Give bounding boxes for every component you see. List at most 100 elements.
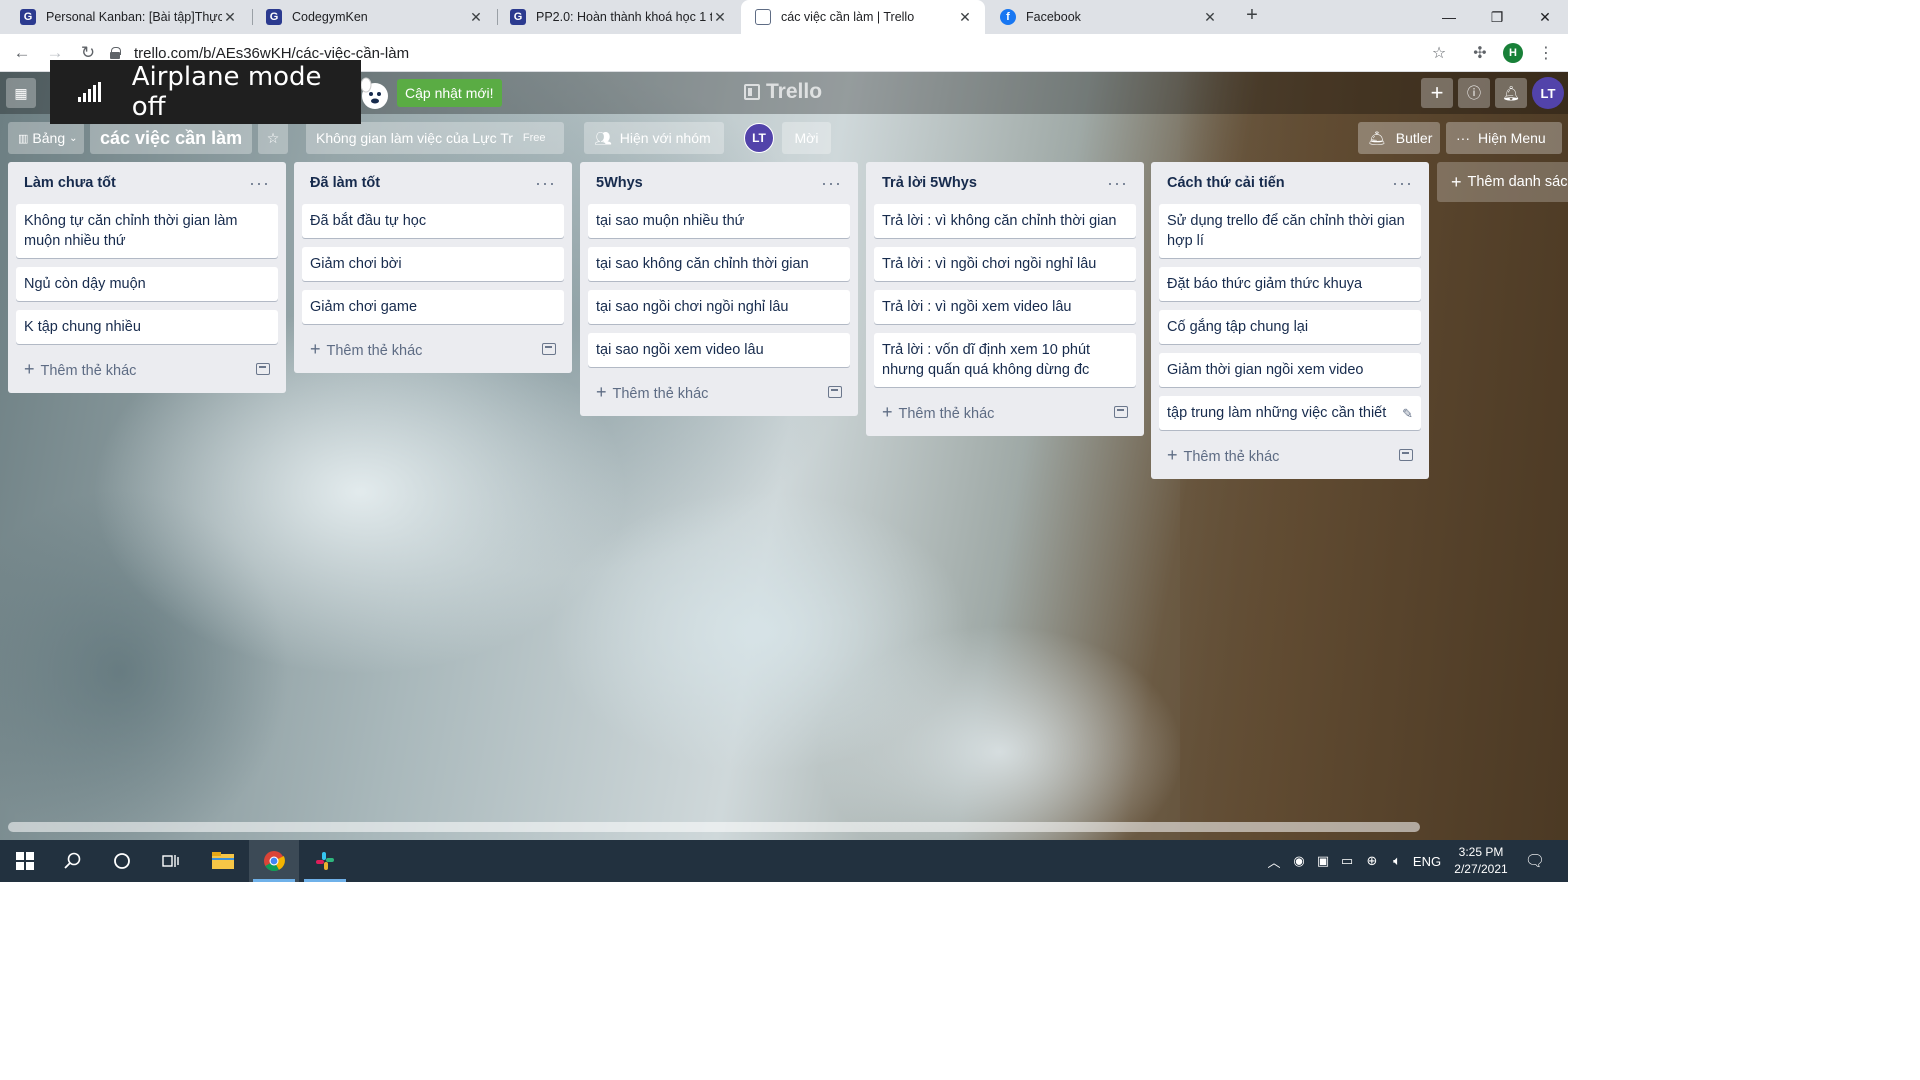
- profile-avatar[interactable]: H: [1503, 43, 1523, 63]
- card[interactable]: tại sao không căn chỉnh thời gian: [588, 247, 850, 281]
- chrome-taskbar-icon[interactable]: [249, 840, 299, 882]
- invite-button[interactable]: Mời: [782, 122, 831, 154]
- cortana-icon[interactable]: [97, 840, 147, 882]
- list-title[interactable]: Làm chưa tốt: [24, 175, 116, 191]
- volume-icon[interactable]: 🔈︎: [1386, 840, 1408, 882]
- browser-tab[interactable]: G CodegymKen ✕: [252, 0, 496, 34]
- task-view-icon[interactable]: [146, 840, 196, 882]
- list-menu-icon[interactable]: ···: [1107, 174, 1128, 192]
- close-icon[interactable]: ✕: [468, 9, 484, 26]
- restore-button[interactable]: ❐: [1474, 0, 1520, 34]
- close-icon[interactable]: ✕: [1202, 9, 1218, 26]
- list-menu-icon[interactable]: ···: [1392, 174, 1413, 192]
- add-list-button[interactable]: + Thêm danh sác: [1437, 162, 1568, 202]
- meet-now-icon[interactable]: ▣: [1312, 840, 1334, 882]
- list-header[interactable]: Đã làm tốt ···: [302, 162, 564, 204]
- list-header[interactable]: 5Whys ···: [588, 162, 850, 204]
- add-card-button[interactable]: + Thêm thẻ khác: [16, 353, 278, 385]
- list-title[interactable]: Đã làm tốt: [310, 175, 380, 191]
- add-card-button[interactable]: + Thêm thẻ khác: [1159, 439, 1421, 471]
- close-icon[interactable]: ✕: [222, 9, 238, 26]
- location-icon[interactable]: ◉: [1288, 840, 1310, 882]
- card[interactable]: Trả lời : vì không căn chỉnh thời gian: [874, 204, 1136, 238]
- card[interactable]: K tập chung nhiều: [16, 310, 278, 344]
- search-icon[interactable]: [48, 840, 98, 882]
- visibility-button[interactable]: 👥︎ Hiện với nhóm: [584, 122, 724, 154]
- slack-taskbar-icon[interactable]: [300, 840, 350, 882]
- trello-icon: [755, 9, 771, 25]
- language-indicator[interactable]: ENG: [1412, 840, 1442, 882]
- card[interactable]: tại sao muộn nhiều thứ: [588, 204, 850, 238]
- workspace-button[interactable]: Không gian làm việc của Lực Tr Free: [306, 122, 564, 154]
- edit-pencil-icon[interactable]: ✎: [1402, 404, 1413, 424]
- add-card-button[interactable]: + Thêm thẻ khác: [302, 333, 564, 365]
- new-tab-button[interactable]: +: [1240, 4, 1264, 30]
- apps-grid-icon[interactable]: ▦: [6, 78, 36, 108]
- add-card-button[interactable]: + Thêm thẻ khác: [588, 376, 850, 408]
- notifications-bell-icon[interactable]: 🔔︎: [1495, 78, 1527, 108]
- trello-logo[interactable]: Trello: [744, 80, 822, 104]
- whats-new-button[interactable]: Cập nhật mới!: [397, 79, 502, 107]
- card-template-icon[interactable]: [542, 343, 556, 355]
- battery-icon[interactable]: ▭: [1336, 840, 1358, 882]
- extensions-puzzle-icon[interactable]: ✣: [1470, 43, 1490, 63]
- horizontal-scrollbar[interactable]: [8, 822, 1420, 832]
- card[interactable]: tại sao ngồi chơi ngồi nghỉ lâu: [588, 290, 850, 324]
- user-avatar[interactable]: LT: [1532, 77, 1564, 109]
- card-template-icon[interactable]: [1114, 406, 1128, 418]
- card-template-icon[interactable]: [828, 386, 842, 398]
- browser-tab[interactable]: f Facebook ✕: [986, 0, 1230, 34]
- windows-start-icon[interactable]: [0, 840, 50, 882]
- network-globe-icon[interactable]: ⊕: [1360, 840, 1384, 882]
- bookmark-star-icon[interactable]: ☆: [1429, 43, 1449, 63]
- card[interactable]: Giảm chơi bời: [302, 247, 564, 281]
- card[interactable]: Giảm chơi game: [302, 290, 564, 324]
- add-card-button[interactable]: + Thêm thẻ khác: [874, 396, 1136, 428]
- show-menu-button[interactable]: ··· Hiện Menu: [1446, 122, 1562, 154]
- chevron-up-icon[interactable]: ︿: [1264, 840, 1284, 882]
- close-icon[interactable]: ✕: [712, 9, 728, 26]
- create-plus-button[interactable]: +: [1421, 78, 1453, 108]
- system-clock[interactable]: 3:25 PM 2/27/2021: [1444, 844, 1518, 878]
- chrome-menu-icon[interactable]: ⋮: [1536, 43, 1556, 63]
- list-header[interactable]: Cách thứ cải tiến ···: [1159, 162, 1421, 204]
- board-view-switcher[interactable]: ▥ Bảng ⌄: [8, 122, 84, 154]
- list-header[interactable]: Làm chưa tốt ···: [16, 162, 278, 204]
- browser-tab[interactable]: G PP2.0: Hoàn thành khoá học 1 tr ✕: [496, 0, 740, 34]
- card[interactable]: Trả lời : vốn dĩ định xem 10 phút nhưng …: [874, 333, 1136, 387]
- card[interactable]: Trả lời : vì ngồi chơi ngồi nghỉ lâu: [874, 247, 1136, 281]
- browser-tab-active[interactable]: các việc cần làm | Trello ✕: [741, 0, 985, 34]
- card[interactable]: tại sao ngồi xem video lâu: [588, 333, 850, 367]
- card[interactable]: Ngủ còn dậy muộn: [16, 267, 278, 301]
- card-template-icon[interactable]: [1399, 449, 1413, 461]
- list-title[interactable]: Cách thứ cải tiến: [1167, 175, 1285, 191]
- action-center-icon[interactable]: 🗨︎: [1522, 840, 1548, 882]
- card[interactable]: Trả lời : vì ngồi xem video lâu: [874, 290, 1136, 324]
- minimize-button[interactable]: —: [1426, 0, 1472, 34]
- card-template-icon[interactable]: [256, 363, 270, 375]
- back-button[interactable]: ←: [9, 40, 35, 66]
- file-explorer-icon[interactable]: [198, 840, 248, 882]
- card[interactable]: Sử dụng trello để căn chỉnh thời gian hợ…: [1159, 204, 1421, 258]
- member-avatar[interactable]: LT: [744, 123, 774, 153]
- browser-tab[interactable]: G Personal Kanban: [Bài tập]Thực h ✕: [6, 0, 250, 34]
- card[interactable]: Đã bắt đầu tự học: [302, 204, 564, 238]
- list-header[interactable]: Trả lời 5Whys ···: [874, 162, 1136, 204]
- plus-icon: +: [882, 401, 893, 422]
- list-title[interactable]: 5Whys: [596, 175, 643, 191]
- list-menu-icon[interactable]: ···: [821, 174, 842, 192]
- list-menu-icon[interactable]: ···: [249, 174, 270, 192]
- card[interactable]: Không tự căn chỉnh thời gian làm muộn nh…: [16, 204, 278, 258]
- close-icon[interactable]: ✕: [957, 9, 973, 26]
- list-title[interactable]: Trả lời 5Whys: [882, 175, 977, 191]
- star-board-icon[interactable]: ☆: [258, 122, 288, 154]
- butler-button[interactable]: 🛎︎ Butler: [1358, 122, 1440, 154]
- card[interactable]: Cố gắng tập chung lại: [1159, 310, 1421, 344]
- card[interactable]: Đặt báo thức giảm thức khuya: [1159, 267, 1421, 301]
- info-icon[interactable]: ⓘ: [1458, 78, 1490, 108]
- window-close-button[interactable]: ✕: [1522, 0, 1568, 34]
- card-hovered[interactable]: tập trung làm những việc cần thiết ✎: [1159, 396, 1421, 430]
- card[interactable]: Giảm thời gian ngồi xem video: [1159, 353, 1421, 387]
- board-title[interactable]: các việc cần làm: [90, 122, 252, 154]
- list-menu-icon[interactable]: ···: [535, 174, 556, 192]
